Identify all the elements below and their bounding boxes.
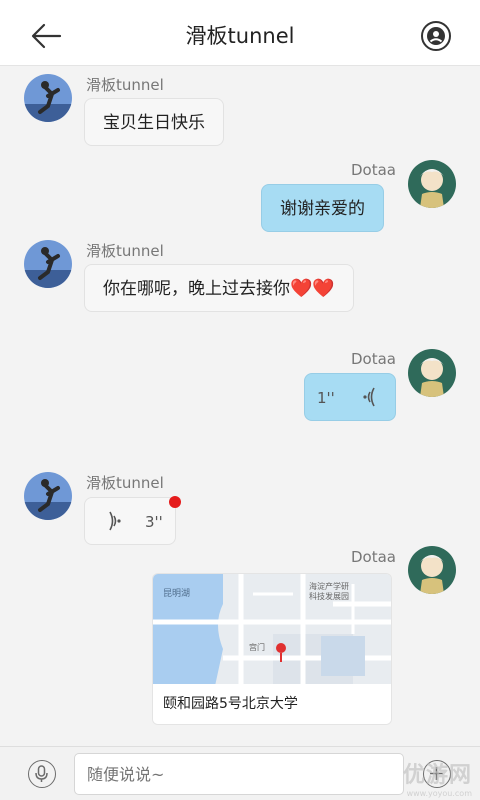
contact-avatar[interactable] (24, 240, 72, 288)
heart-emoji: ❤️❤️ (290, 278, 335, 299)
microphone-icon (35, 765, 48, 782)
voice-duration: 3'' (145, 513, 163, 531)
map-preview: 昆明湖 海淀产学研 科技发展园 宫门 (153, 574, 391, 686)
voice-duration: 1'' (317, 389, 335, 407)
sender-name: 滑板tunnel (86, 242, 164, 260)
chat-title: 滑板tunnel (185, 24, 295, 48)
voice-input-button[interactable] (28, 760, 56, 788)
sender-name: 滑板tunnel (86, 474, 164, 492)
voice-wave-icon (361, 374, 379, 439)
sender-name: Dotaa (351, 161, 396, 179)
message-text: 谢谢亲爱的 (280, 199, 365, 219)
voice-wave-icon (105, 498, 123, 563)
message-input[interactable] (74, 753, 404, 795)
voice-message-bubble[interactable]: 3'' (84, 497, 176, 545)
map-label: 海淀产学研 科技发展园 (309, 582, 349, 601)
contact-avatar[interactable] (24, 74, 72, 122)
location-address: 颐和园路5号北京大学 (153, 684, 391, 724)
sender-name: Dotaa (351, 548, 396, 566)
chat-header: 滑板tunnel (0, 0, 480, 66)
unread-dot (169, 496, 181, 508)
message-text: 你在哪呢，晚上过去接你 (103, 279, 290, 299)
map-label: 昆明湖 (163, 589, 191, 599)
sender-name: 滑板tunnel (86, 76, 164, 94)
location-message-card[interactable]: 昆明湖 海淀产学研 科技发展园 宫门 颐和园路5号北京大学 (152, 573, 392, 725)
chat-messages-area[interactable]: 滑板tunnel 宝贝生日快乐 Dotaa 谢谢亲爱的 滑板tunnel 你在哪… (0, 66, 480, 746)
message-text: 宝贝生日快乐 (103, 113, 205, 133)
contact-profile-icon[interactable] (420, 20, 452, 52)
voice-message-bubble[interactable]: 1'' (304, 373, 396, 421)
message-bubble[interactable]: 谢谢亲爱的 (261, 184, 384, 232)
sender-name: Dotaa (351, 350, 396, 368)
contact-avatar[interactable] (24, 472, 72, 520)
my-avatar[interactable] (408, 546, 456, 594)
map-label: 宫门 (249, 643, 265, 652)
my-avatar[interactable] (408, 349, 456, 397)
message-input-bar: 优游网 www.yoyou.com (0, 746, 480, 800)
message-bubble[interactable]: 宝贝生日快乐 (84, 98, 224, 146)
my-avatar[interactable] (408, 160, 456, 208)
message-bubble[interactable]: 你在哪呢，晚上过去接你❤️❤️ (84, 264, 354, 312)
watermark-logo: 优游网 www.yoyou.com (402, 763, 472, 798)
